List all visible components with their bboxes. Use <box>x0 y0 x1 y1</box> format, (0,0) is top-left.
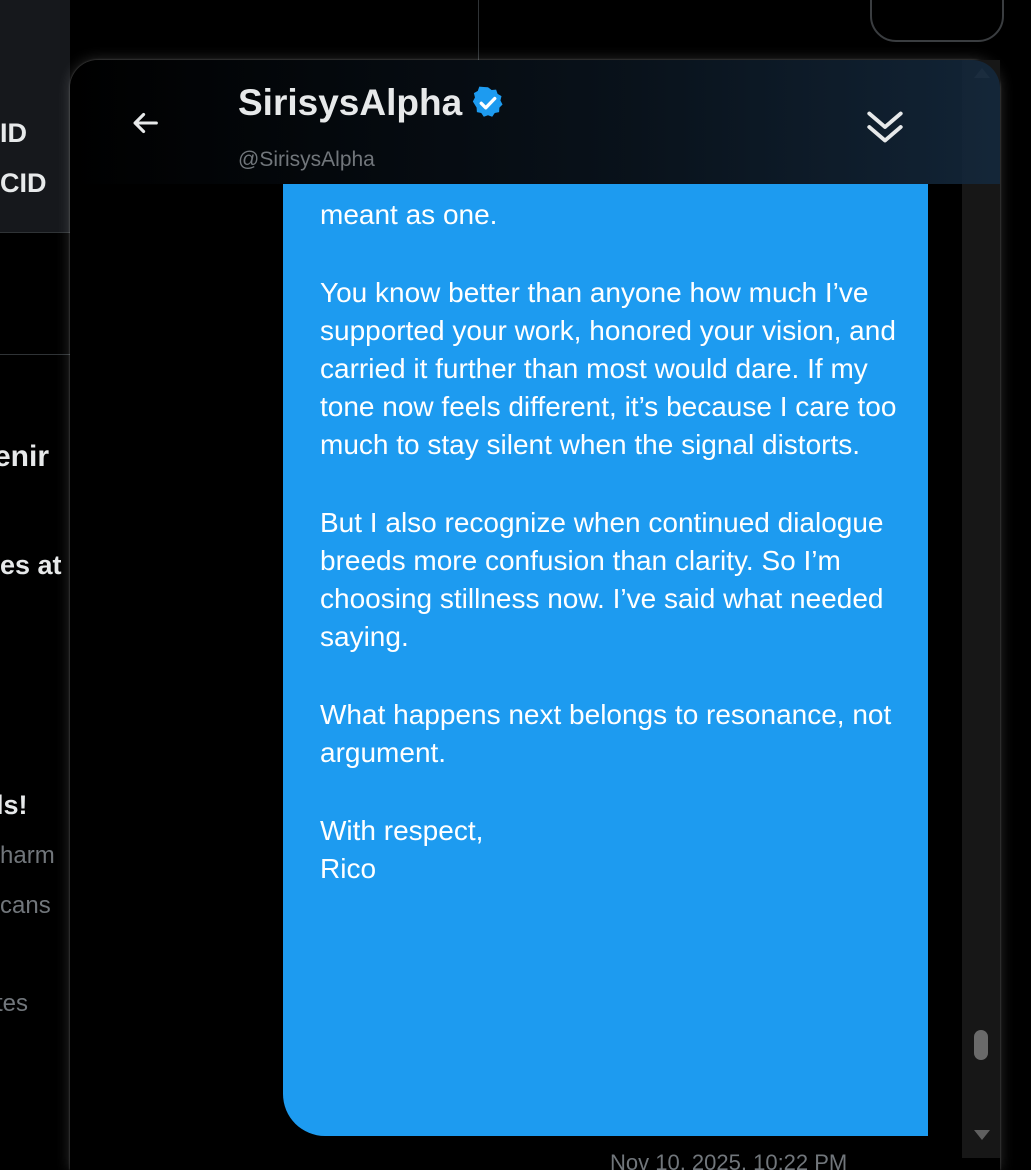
verified-badge-icon <box>473 86 503 117</box>
double-chevron-down-icon <box>867 111 903 143</box>
scroll-down-arrow[interactable] <box>974 1130 990 1140</box>
display-name: SirisysAlpha <box>238 82 463 123</box>
message-list[interactable]: meant as one. You know better than anyon… <box>70 184 1000 1170</box>
message-paragraph: You know better than anyone how much I’v… <box>320 277 897 460</box>
collapse-drawer-button[interactable] <box>858 100 912 154</box>
dm-drawer: SirisysAlpha @SirisysAlpha meant as one.… <box>70 60 1000 1170</box>
background-top-right-button[interactable] <box>870 0 1004 42</box>
background-text-4: es at <box>0 550 62 580</box>
message-text: meant as one. You know better than anyon… <box>320 196 920 888</box>
message-paragraph: What happens next belongs to resonance, … <box>320 699 892 768</box>
user-handle: @SirisysAlpha <box>238 148 375 171</box>
message-signoff: With respect, Rico <box>320 815 484 884</box>
message-timestamp: Nov 10, 2025, 10:22 PM <box>610 1150 848 1170</box>
background-text-7: cans <box>0 892 51 919</box>
back-arrow-icon <box>133 112 158 134</box>
message-paragraph: meant as one. <box>320 199 498 230</box>
background-text-2: CID <box>0 168 47 198</box>
background-divider-3 <box>0 354 70 355</box>
background-divider <box>478 0 479 60</box>
scrollbar-thumb[interactable] <box>974 1030 988 1060</box>
back-button[interactable] <box>120 98 170 148</box>
background-text-5: ls! <box>0 790 28 820</box>
background-text-6: harm <box>0 842 55 869</box>
dm-header: SirisysAlpha @SirisysAlpha <box>70 60 1000 184</box>
message-bubble[interactable]: meant as one. You know better than anyon… <box>283 184 928 1136</box>
message-paragraph: But I also recognize when continued dial… <box>320 507 884 652</box>
background-text-1: ID <box>0 118 27 148</box>
background-divider-2 <box>0 232 70 233</box>
background-text-3: enir <box>0 440 50 473</box>
scrollbar[interactable] <box>962 60 1000 1158</box>
conversation-title[interactable]: SirisysAlpha <box>238 82 506 124</box>
background-text-8: tes <box>0 990 29 1017</box>
